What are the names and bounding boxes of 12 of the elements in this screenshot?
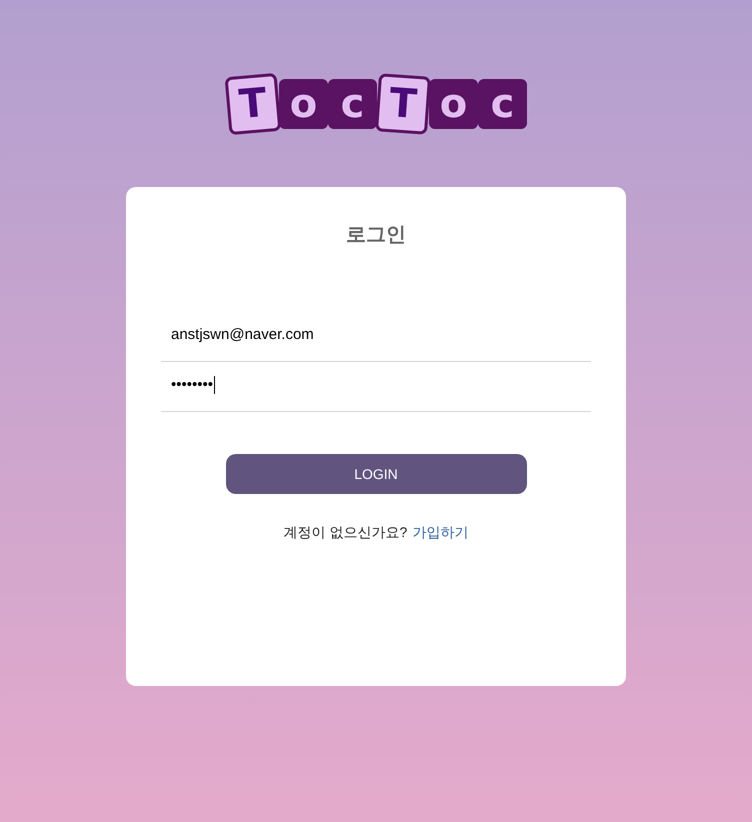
password-field[interactable]: •••••••• — [161, 362, 591, 412]
card-title: 로그인 — [346, 223, 406, 247]
logo-letter: c — [478, 79, 527, 129]
email-field[interactable]: anstjswn@naver.com — [161, 312, 591, 362]
logo-letter: o — [429, 79, 478, 129]
signup-link[interactable]: 가입하기 — [412, 523, 468, 541]
logo-letter: T — [224, 72, 282, 136]
logo-letter: o — [279, 79, 328, 129]
login-button[interactable]: LOGIN — [226, 454, 526, 494]
signup-prompt: 계정이 없으신가요? — [284, 523, 408, 541]
logo-letter: T — [375, 73, 431, 135]
logo-letter: c — [328, 79, 377, 129]
